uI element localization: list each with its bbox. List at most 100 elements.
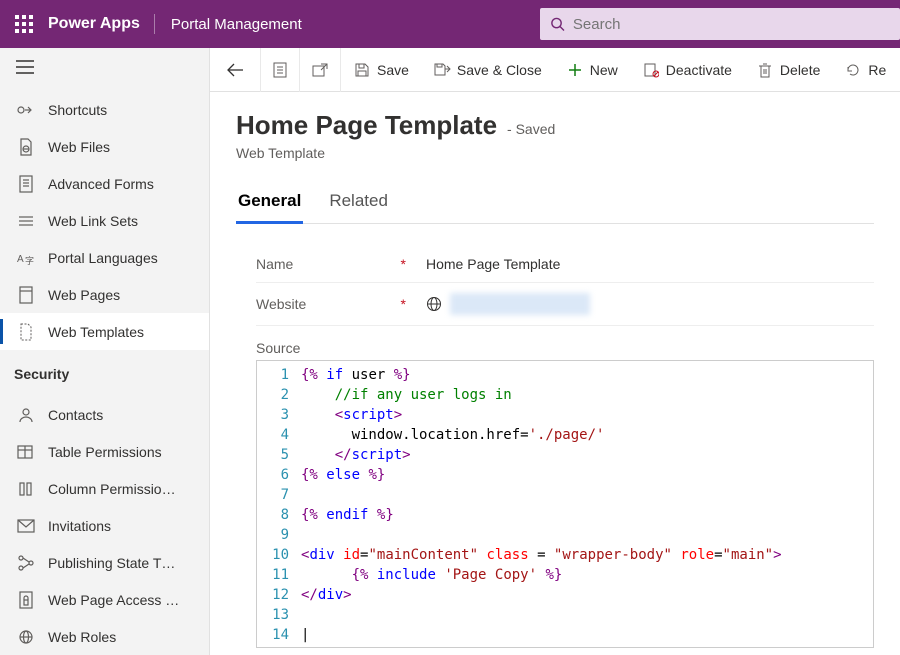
global-header: Power Apps Portal Management [0,0,900,48]
deactivate-button[interactable]: Deactivate [630,48,744,92]
line-number: 9 [257,525,301,545]
line-number: 3 [257,405,301,425]
global-search[interactable] [540,8,900,40]
line-number: 7 [257,485,301,505]
sidebar-item-columnperm[interactable]: Column Permissio… [0,470,209,507]
command-bar: Save Save & Close New Deactivate Delete [210,48,900,92]
sidebar-item-label: Contacts [48,407,103,423]
tableperm-icon [14,444,38,460]
sidebar-item-label: Publishing State T… [48,555,175,571]
entity-label: Web Template [236,145,874,161]
line-number: 13 [257,605,301,625]
sidebar-item-webtemplates[interactable]: Web Templates [0,313,209,350]
record-title: Home Page Template [236,110,497,141]
app-launcher-button[interactable] [0,0,48,48]
source-line[interactable]: 5 </script> [257,445,873,465]
website-field-value[interactable] [426,293,874,315]
sidebar-item-label: Invitations [48,518,111,534]
tab-related[interactable]: Related [327,183,390,223]
sidebar-item-webpages[interactable]: Web Pages [0,276,209,313]
popout-icon [312,63,328,77]
form-icon [273,62,287,78]
left-nav: Shortcuts Web Files Advanced Forms Web Link… [0,48,210,655]
website-field-label: Website [256,296,306,312]
sidebar-item-label: Advanced Forms [48,176,154,192]
delete-button[interactable]: Delete [744,48,832,92]
line-number: 1 [257,365,301,385]
sidebar-item-invitations[interactable]: Invitations [0,507,209,544]
website-redacted-value [450,293,590,315]
field-row-name: Name * Home Page Template [256,246,874,283]
sidebar-item-tableperm[interactable]: Table Permissions [0,433,209,470]
back-button[interactable] [210,48,260,92]
line-number: 10 [257,545,301,565]
product-brand: Power Apps [48,15,154,33]
main-area: Save Save & Close New Deactivate Delete [210,48,900,655]
line-number: 5 [257,445,301,465]
sidebar-item-webpageaccess[interactable]: Web Page Access … [0,581,209,618]
required-marker: * [401,256,406,272]
sidebar-item-advforms[interactable]: Advanced Forms [0,165,209,202]
area-name: Portal Management [155,16,318,33]
source-line[interactable]: 1{% if user %} [257,365,873,385]
line-number: 2 [257,385,301,405]
source-line[interactable]: 8{% endif %} [257,505,873,525]
source-line[interactable]: 2 //if any user logs in [257,385,873,405]
source-line[interactable]: 6{% else %} [257,465,873,485]
hamburger-button[interactable] [16,60,34,74]
hamburger-icon [16,60,34,74]
save-close-icon [433,62,451,78]
sidebar-item-weblinks[interactable]: Web Link Sets [0,202,209,239]
languages-icon: A字 [14,250,38,266]
save-icon [353,62,371,78]
sidebar-item-pubstate[interactable]: Publishing State T… [0,544,209,581]
tab-general[interactable]: General [236,183,303,224]
sidebar-item-shortcuts[interactable]: Shortcuts [0,91,209,128]
svg-text:字: 字 [25,255,34,266]
new-label: New [590,62,618,78]
open-new-window-button[interactable] [300,48,340,92]
source-line[interactable]: 10<div id="mainContent" class = "wrapper… [257,545,873,565]
sidebar-item-label: Web Roles [48,629,116,645]
sidebar-item-label: Web Pages [48,287,120,303]
security-section-title: Security [0,350,209,390]
save-button[interactable]: Save [341,48,421,92]
source-line[interactable]: 9 [257,525,873,545]
field-row-website: Website * [256,283,874,326]
save-state: - Saved [507,121,555,137]
webpages-icon [14,286,38,304]
deactivate-icon [642,62,660,78]
line-number: 4 [257,425,301,445]
source-line[interactable]: 12</div> [257,585,873,605]
new-button[interactable]: New [554,48,630,92]
sidebar-item-webfiles[interactable]: Web Files [0,128,209,165]
required-marker: * [401,296,406,312]
source-line[interactable]: 4 window.location.href='./page/' [257,425,873,445]
line-number: 12 [257,585,301,605]
source-code-editor[interactable]: 1{% if user %}2 //if any user logs in3 <… [256,360,874,648]
source-line[interactable]: 11 {% include 'Page Copy' %} [257,565,873,585]
sidebar-item-label: Table Permissions [48,444,162,460]
sidebar-item-contacts[interactable]: Contacts [0,396,209,433]
source-field-label: Source [256,340,874,356]
form-selector-button[interactable] [261,48,299,92]
sidebar-item-webroles[interactable]: Web Roles [0,618,209,655]
sidebar-item-label: Web Files [48,139,110,155]
search-input[interactable] [573,16,890,33]
weblinks-icon [14,214,38,228]
source-line[interactable]: 3 <script> [257,405,873,425]
globe-icon [426,296,442,312]
columnperm-icon [14,481,38,497]
source-line[interactable]: 7 [257,485,873,505]
advforms-icon [14,175,38,193]
webfiles-icon [14,138,38,156]
refresh-button[interactable]: Re [832,48,898,92]
save-close-button[interactable]: Save & Close [421,48,554,92]
source-line[interactable]: 14| [257,625,873,645]
save-label: Save [377,62,409,78]
name-field-value[interactable]: Home Page Template [426,256,874,272]
line-number: 11 [257,565,301,585]
sidebar-item-languages[interactable]: A字Portal Languages [0,239,209,276]
save-close-label: Save & Close [457,62,542,78]
source-line[interactable]: 13 [257,605,873,625]
